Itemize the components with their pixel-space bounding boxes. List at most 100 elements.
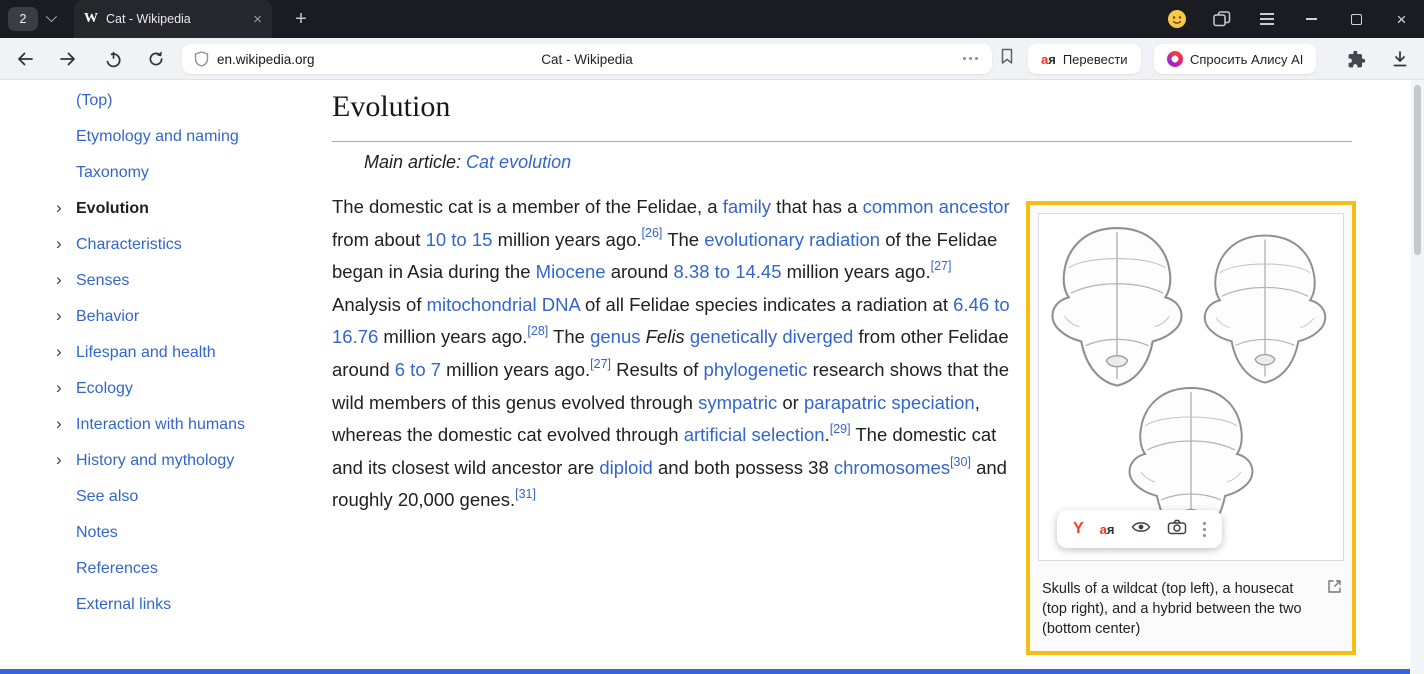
article-link[interactable]: artificial selection <box>684 424 825 445</box>
section-heading: Evolution <box>332 90 450 124</box>
sidebar-item-history-and-mythology[interactable]: › History and mythology <box>56 443 316 479</box>
sidebar-item-ecology[interactable]: ›Ecology <box>56 371 316 407</box>
close-icon: × <box>1397 11 1407 28</box>
sidebar-item-lifespan-and-health[interactable]: ›Lifespan and health <box>56 335 316 371</box>
forward-arrow-icon <box>59 50 77 68</box>
reference-link[interactable]: [28] <box>527 324 548 338</box>
back-button[interactable] <box>10 46 40 72</box>
sidebar-item-etymology-and-naming[interactable]: Etymology and naming <box>56 119 316 155</box>
sidebar-item-label: External links <box>76 596 171 614</box>
close-window-button[interactable]: × <box>1379 0 1424 38</box>
translate-button-label: Перевести <box>1063 52 1128 67</box>
more-options-icon[interactable] <box>1203 522 1206 537</box>
table-of-contents: (Top)Etymology and namingTaxonomy›Evolut… <box>56 83 316 623</box>
maximize-button[interactable] <box>1334 0 1379 38</box>
skulls-illustration <box>1039 214 1343 560</box>
paragraph-text: The domestic cat is a member of the Feli… <box>332 196 723 217</box>
puzzle-icon <box>1347 50 1366 69</box>
article-link[interactable]: genus <box>590 326 640 347</box>
sidebar-item-label: References <box>76 560 158 578</box>
ask-alice-button[interactable]: Спросить Алису AI <box>1154 44 1316 74</box>
new-tab-button[interactable]: + <box>288 6 314 32</box>
extensions-button[interactable] <box>1342 46 1370 72</box>
site-shield-icon <box>194 51 209 67</box>
sidebar-item-label: History and mythology <box>76 452 234 470</box>
yandex-icon[interactable]: Y <box>1073 521 1084 537</box>
forward-button[interactable] <box>53 46 83 72</box>
sidebar-item-senses[interactable]: ›Senses <box>56 263 316 299</box>
figure-caption: Skulls of a wildcat (top left), a housec… <box>1030 569 1352 651</box>
article-link[interactable]: Miocene <box>536 261 606 282</box>
visual-search-icon[interactable] <box>1167 519 1187 540</box>
skulls-image[interactable]: Y ая <box>1038 213 1344 561</box>
sidebar-item-notes[interactable]: Notes <box>56 515 316 551</box>
bookmark-button[interactable] <box>1000 48 1014 70</box>
browser-menu-button[interactable] <box>1244 0 1289 38</box>
chevron-right-icon[interactable]: › <box>56 270 62 290</box>
tab-list-chevron-icon[interactable] <box>46 14 55 23</box>
address-more-icon[interactable] <box>963 57 978 60</box>
article-link[interactable]: family <box>723 196 771 217</box>
sidebar-item-label: Characteristics <box>76 236 182 254</box>
article-link[interactable]: genetically diverged <box>690 326 854 347</box>
article-link[interactable]: mitochondrial DNA <box>427 294 580 315</box>
chevron-right-icon[interactable]: › <box>56 306 62 326</box>
page-scrollbar[interactable] <box>1411 80 1424 674</box>
chevron-right-icon[interactable]: › <box>56 378 62 398</box>
sidebar-item-characteristics[interactable]: › Characteristics <box>56 227 316 263</box>
reference-link[interactable]: [27] <box>590 357 611 371</box>
chevron-right-icon[interactable]: › <box>56 450 62 470</box>
sidebar-item-see-also[interactable]: See also <box>56 479 316 515</box>
address-bar[interactable]: en.wikipedia.org Cat - Wikipedia <box>182 44 992 74</box>
tab-close-icon[interactable]: × <box>253 12 262 27</box>
sidebar-item-taxonomy[interactable]: Taxonomy <box>56 155 316 191</box>
chevron-right-icon[interactable]: › <box>56 342 62 362</box>
article-link[interactable]: chromosomes <box>834 457 950 478</box>
alice-button-label: Спросить Алису AI <box>1190 52 1303 67</box>
tab-count-button[interactable]: 2 <box>8 7 38 31</box>
eye-icon[interactable] <box>1131 520 1151 539</box>
article-link[interactable]: diploid <box>599 457 653 478</box>
article-link[interactable]: 10 to 15 <box>426 229 493 250</box>
paragraph-text: The <box>548 326 590 347</box>
reference-link[interactable]: [30] <box>950 455 971 469</box>
article-link[interactable]: speciation <box>891 392 974 413</box>
browser-tab[interactable]: W Cat - Wikipedia × <box>74 0 272 38</box>
profile-avatar[interactable] <box>1154 0 1199 38</box>
hatnote-link[interactable]: Cat evolution <box>466 152 571 172</box>
chevron-right-icon[interactable]: › <box>56 234 62 254</box>
paragraph-text: of all Felidae species indicates a radia… <box>580 294 953 315</box>
sidebar-item-evolution[interactable]: ›Evolution <box>56 191 316 227</box>
downloads-button[interactable] <box>1386 46 1414 72</box>
reference-link[interactable]: [27] <box>931 259 952 273</box>
article-link[interactable]: parapatric <box>804 392 886 413</box>
sidebar-item-top[interactable]: (Top) <box>56 83 316 119</box>
tab-count-badge: 2 <box>20 12 27 26</box>
refresh-button[interactable] <box>141 46 171 72</box>
enlarge-icon[interactable] <box>1327 579 1342 600</box>
scrollbar-thumb[interactable] <box>1414 85 1421 255</box>
chevron-right-icon[interactable]: › <box>56 198 62 218</box>
chevron-right-icon[interactable]: › <box>56 414 62 434</box>
reference-link[interactable]: [31] <box>515 487 536 501</box>
article-link[interactable]: evolutionary radiation <box>704 229 880 250</box>
paragraph-text: Results of <box>611 359 704 380</box>
article-link[interactable]: 8.38 to 14.45 <box>673 261 781 282</box>
reference-link[interactable]: [26] <box>642 226 663 240</box>
sidebar-item-references[interactable]: References <box>56 551 316 587</box>
translate-image-icon[interactable]: ая <box>1100 523 1115 536</box>
protect-button[interactable] <box>98 46 128 72</box>
article-link[interactable]: common ancestor <box>863 196 1010 217</box>
sidebar-item-interaction-with-humans[interactable]: ›Interaction with humans <box>56 407 316 443</box>
minimize-button[interactable] <box>1289 0 1334 38</box>
article-link[interactable]: 6 to 7 <box>395 359 441 380</box>
article-link[interactable]: sympatric <box>698 392 777 413</box>
reference-link[interactable]: [29] <box>830 422 851 436</box>
panels-icon <box>1213 11 1231 27</box>
side-panels-button[interactable] <box>1199 0 1244 38</box>
paragraph-text: million years ago. <box>441 359 590 380</box>
translate-button[interactable]: ая Перевести <box>1028 44 1141 74</box>
sidebar-item-behavior[interactable]: ›Behavior <box>56 299 316 335</box>
article-link[interactable]: phylogenetic <box>704 359 808 380</box>
sidebar-item-external-links[interactable]: External links <box>56 587 316 623</box>
